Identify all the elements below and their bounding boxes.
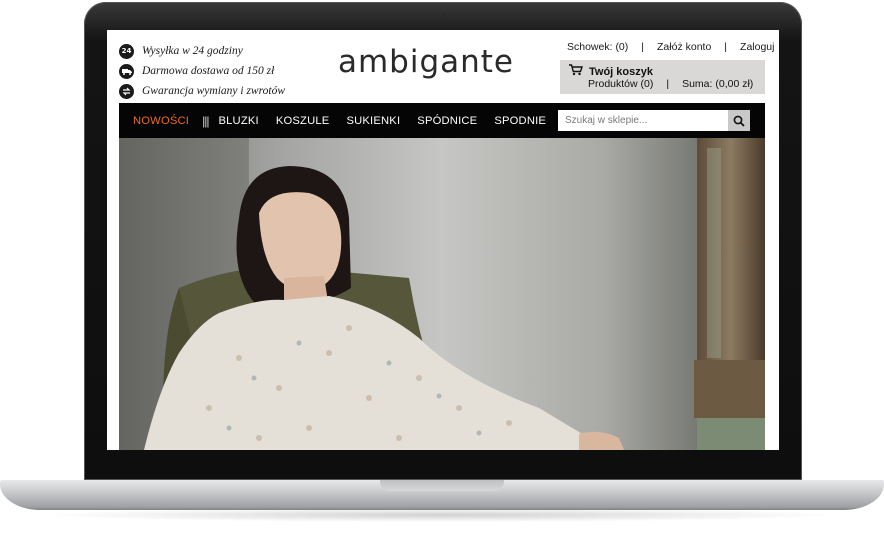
cart-icon — [569, 64, 583, 79]
exchange-arrows-icon — [119, 83, 134, 99]
register-link[interactable]: Załóż konto — [657, 41, 711, 53]
perk-free-delivery: Darmowa dostawa od 150 zł — [119, 61, 285, 81]
perk-text: Darmowa dostawa od 150 zł — [142, 65, 275, 77]
nav-item-shirts[interactable]: KOSZULE — [276, 115, 330, 127]
hero-banner[interactable] — [119, 138, 765, 450]
nav-item-blouses[interactable]: BLUZKI — [218, 115, 258, 127]
nav-divider: ||| — [202, 113, 209, 128]
delivery-truck-icon — [119, 63, 134, 79]
search-input[interactable] — [558, 110, 725, 131]
cart-widget[interactable]: Twój koszyk Produktów (0) | Suma: (0,00 … — [560, 60, 765, 94]
perk-text: Wysyłka w 24 godziny — [142, 45, 243, 57]
cart-separator: | — [666, 78, 670, 90]
wishlist-link[interactable]: Schowek: (0) — [567, 41, 628, 53]
search-box — [558, 110, 750, 131]
hero-model-photo — [119, 138, 765, 450]
account-links: Schowek: (0) | Załóż konto | Zaloguj — [567, 41, 774, 53]
laptop-frame: 24 Wysyłka w 24 godziny Darmowa dostawa … — [0, 0, 884, 536]
nav-item-skirts[interactable]: SPÓDNICE — [417, 115, 477, 127]
login-link[interactable]: Zaloguj — [740, 41, 774, 53]
perk-text: Gwarancja wymiany i zwrotów — [142, 85, 286, 97]
perk-returns: Gwarancja wymiany i zwrotów — [119, 81, 285, 101]
perk-shipping: 24 Wysyłka w 24 godziny — [119, 41, 285, 61]
camera-icon — [441, 12, 446, 17]
search-button[interactable] — [728, 110, 750, 131]
main-navigation: NOWOŚCI ||| BLUZKI KOSZULE SUKIENKI SPÓD… — [119, 103, 765, 138]
search-icon — [733, 115, 745, 127]
nav-item-new[interactable]: NOWOŚCI — [133, 115, 189, 127]
shop-perks: 24 Wysyłka w 24 godziny Darmowa dostawa … — [119, 41, 285, 101]
link-separator: | — [724, 41, 728, 53]
laptop-shadow — [40, 508, 844, 522]
browser-viewport: 24 Wysyłka w 24 godziny Darmowa dostawa … — [107, 30, 779, 450]
link-separator: | — [641, 41, 645, 53]
laptop-notch — [380, 480, 504, 491]
cart-title: Twój koszyk — [589, 65, 653, 78]
site-logo[interactable]: ambigante — [331, 44, 521, 80]
nav-item-trousers[interactable]: SPODNIE — [494, 115, 546, 127]
cart-products-count: Produktów (0) — [588, 78, 654, 90]
24h-badge-icon: 24 — [119, 43, 134, 59]
cart-total: Suma: (0,00 zł) — [682, 78, 754, 90]
nav-item-dresses[interactable]: SUKIENKI — [346, 115, 400, 127]
